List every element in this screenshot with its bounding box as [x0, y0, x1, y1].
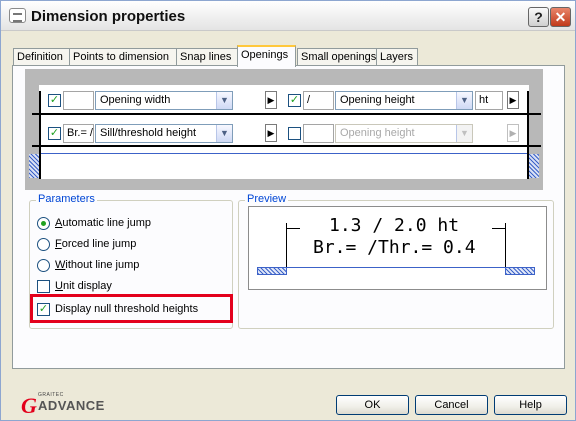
mnemonic-letter: F	[55, 238, 62, 250]
row1-right-prefix[interactable]: /	[303, 91, 334, 110]
highlight-annotation	[30, 294, 233, 323]
close-icon[interactable]: ✕	[550, 7, 571, 27]
help-button[interactable]: Help	[494, 395, 567, 415]
row1-left-combo-value: Opening width	[100, 94, 171, 106]
dimension-tick-right	[527, 91, 529, 179]
tab-openings[interactable]: Openings	[237, 45, 296, 67]
mnemonic-letter: W	[55, 259, 66, 271]
row1-left-expand-button[interactable]: ▶	[265, 91, 277, 109]
tab-definition[interactable]: Definition	[13, 48, 70, 66]
radio-forced-line-jump[interactable]: Forced line jump	[37, 236, 136, 252]
preview-tick-right	[505, 223, 506, 267]
preview-wall-line	[287, 267, 505, 268]
tab-layers[interactable]: Layers	[376, 48, 418, 66]
row2-right-checkbox[interactable]	[288, 127, 301, 140]
mnemonic-letter: U	[55, 280, 63, 292]
radio-button[interactable]	[37, 258, 50, 272]
chevron-down-icon: ▼	[456, 125, 472, 142]
dimension-line-upper	[32, 113, 541, 115]
row2-left-expand-button[interactable]: ▶	[265, 124, 277, 142]
dimension-tick-left	[39, 91, 41, 179]
radio-label: utomatic line jump	[62, 217, 151, 229]
checkbox[interactable]	[37, 279, 50, 293]
preview-tick-left	[286, 223, 287, 267]
radio-automatic-line-jump[interactable]: Automatic line jump	[37, 215, 151, 231]
row2-left-checkbox[interactable]: ✓	[48, 127, 61, 140]
row1-right-combo-value: Opening height	[340, 94, 415, 106]
row1-right-expand-button[interactable]: ▶	[507, 91, 519, 109]
checkbox-unit-display[interactable]: Unit display	[37, 278, 112, 294]
tab-snap-lines[interactable]: Snap lines	[176, 48, 238, 66]
dialog-window: Dimension properties ? ✕ Definition Poin…	[0, 0, 576, 421]
row1-left-combo[interactable]: Opening width ▼	[95, 91, 233, 110]
help-title-button[interactable]: ?	[528, 7, 549, 27]
dimension-line-lower	[32, 145, 541, 147]
radio-label: orced line jump	[61, 238, 137, 250]
preview-wall-right	[505, 267, 535, 275]
window-title: Dimension properties	[31, 8, 186, 25]
logo-word: ADVANCE	[38, 398, 105, 413]
row2-right-expand-button: ▶	[507, 124, 519, 142]
mnemonic-letter: A	[55, 217, 63, 229]
preview-dim-right	[492, 228, 506, 229]
preview-line-1: 1.3 / 2.0 ht	[329, 215, 460, 236]
chevron-down-icon[interactable]: ▼	[456, 92, 472, 109]
chevron-down-icon[interactable]: ▼	[216, 125, 232, 142]
wall-line	[39, 153, 529, 154]
row2-left-combo-value: Sill/threshold height	[100, 127, 197, 139]
radio-without-line-jump[interactable]: Without line jump	[37, 257, 139, 273]
row1-left-checkbox[interactable]: ✓	[48, 94, 61, 107]
app-icon	[9, 8, 26, 23]
preview-dim-left	[286, 228, 300, 229]
tab-points-to-dimension[interactable]: Points to dimension	[69, 48, 177, 66]
title-bar[interactable]: Dimension properties ? ✕	[1, 1, 575, 31]
row1-right-combo[interactable]: Opening height ▼	[335, 91, 473, 110]
preview-group-title: Preview	[245, 193, 289, 205]
radio-button[interactable]	[37, 237, 50, 251]
chevron-down-icon[interactable]: ▼	[216, 92, 232, 109]
row1-right-checkbox[interactable]: ✓	[288, 94, 301, 107]
radio-button-selected[interactable]	[37, 216, 50, 230]
row1-left-prefix[interactable]	[63, 91, 94, 110]
ok-button[interactable]: OK	[336, 395, 409, 415]
row2-right-prefix[interactable]	[303, 124, 334, 143]
preview-canvas: 1.3 / 2.0 ht Br.= /Thr.= 0.4	[248, 206, 547, 290]
row2-left-combo[interactable]: Sill/threshold height ▼	[95, 124, 233, 143]
preview-wall-left	[257, 267, 287, 275]
preview-line-2: Br.= /Thr.= 0.4	[313, 237, 476, 258]
row2-right-combo[interactable]: Opening height ▼	[335, 124, 473, 143]
row1-right-suffix[interactable]: ht	[475, 91, 503, 110]
cancel-button[interactable]: Cancel	[415, 395, 488, 415]
logo-letter: G	[21, 393, 37, 418]
checkbox-label: nit display	[62, 280, 112, 292]
tab-small-openings[interactable]: Small openings	[297, 48, 377, 66]
radio-label: ithout line jump	[65, 259, 140, 271]
row2-left-prefix[interactable]: Br.= /	[63, 124, 94, 143]
parameters-group-title: Parameters	[36, 193, 97, 205]
row2-right-combo-value: Opening height	[340, 127, 415, 139]
